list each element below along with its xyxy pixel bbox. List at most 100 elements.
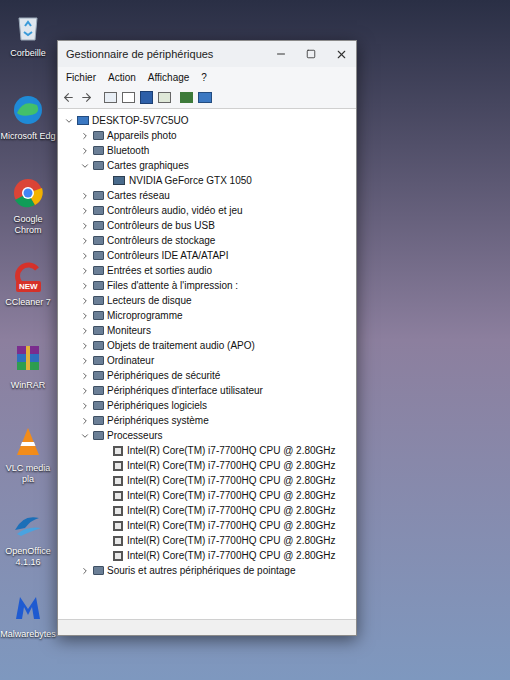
category-row[interactable]: Lecteurs de disque bbox=[58, 293, 356, 308]
device-row[interactable]: Intel(R) Core(TM) i7-7700HQ CPU @ 2.80GH… bbox=[58, 518, 356, 533]
desktop-icon[interactable]: NEWCCleaner 7 bbox=[0, 259, 56, 342]
malwarebytes-icon bbox=[11, 591, 45, 625]
desktop-icon-label: VLC media pla bbox=[0, 463, 56, 485]
scan-icon[interactable] bbox=[180, 92, 193, 103]
category-row[interactable]: Périphériques système bbox=[58, 413, 356, 428]
category-label: Processeurs bbox=[107, 428, 163, 443]
expand-icon[interactable] bbox=[80, 146, 90, 156]
expand-icon[interactable] bbox=[80, 416, 90, 426]
device-row[interactable]: Intel(R) Core(TM) i7-7700HQ CPU @ 2.80GH… bbox=[58, 503, 356, 518]
tree-category: Contrôleurs audio, vidéo et jeu bbox=[58, 203, 356, 218]
category-row[interactable]: Bluetooth bbox=[58, 143, 356, 158]
category-row[interactable]: Entrées et sorties audio bbox=[58, 263, 356, 278]
view-icon[interactable] bbox=[158, 92, 171, 103]
category-icon bbox=[93, 431, 104, 440]
recycle-bin-icon bbox=[11, 10, 45, 44]
collapse-icon[interactable] bbox=[64, 116, 74, 126]
category-row[interactable]: Contrôleurs de stockage bbox=[58, 233, 356, 248]
category-row[interactable]: Ordinateur bbox=[58, 353, 356, 368]
device-row[interactable]: NVIDIA GeForce GTX 1050 bbox=[58, 173, 356, 188]
expand-icon[interactable] bbox=[80, 386, 90, 396]
device-row[interactable]: Intel(R) Core(TM) i7-7700HQ CPU @ 2.80GH… bbox=[58, 443, 356, 458]
expand-icon[interactable] bbox=[80, 341, 90, 351]
category-row[interactable]: Cartes graphiques bbox=[58, 158, 356, 173]
expand-icon[interactable] bbox=[80, 281, 90, 291]
expand-icon[interactable] bbox=[80, 206, 90, 216]
device-row[interactable]: Intel(R) Core(TM) i7-7700HQ CPU @ 2.80GH… bbox=[58, 473, 356, 488]
expand-icon[interactable] bbox=[80, 326, 90, 336]
close-button[interactable] bbox=[326, 41, 356, 67]
expand-icon[interactable] bbox=[80, 356, 90, 366]
category-row[interactable]: Moniteurs bbox=[58, 323, 356, 338]
collapse-icon[interactable] bbox=[80, 161, 90, 171]
minimize-icon bbox=[275, 48, 287, 60]
tree-category: Contrôleurs de bus USB bbox=[58, 218, 356, 233]
category-row[interactable]: Objets de traitement audio (APO) bbox=[58, 338, 356, 353]
category-row[interactable]: Souris et autres périphériques de pointa… bbox=[58, 563, 356, 578]
display-adapter-icon bbox=[113, 176, 125, 185]
expand-icon[interactable] bbox=[80, 191, 90, 201]
category-row[interactable]: Périphériques de sécurité bbox=[58, 368, 356, 383]
device-label: Intel(R) Core(TM) i7-7700HQ CPU @ 2.80GH… bbox=[127, 548, 336, 563]
desktop-icon[interactable]: WinRAR bbox=[0, 342, 56, 425]
help-icon[interactable] bbox=[140, 91, 153, 104]
menu-item[interactable]: Fichier bbox=[66, 70, 96, 85]
expand-icon[interactable] bbox=[80, 131, 90, 141]
monitor-icon[interactable] bbox=[198, 92, 212, 103]
tree-category: Bluetooth bbox=[58, 143, 356, 158]
category-row[interactable]: Appareils photo bbox=[58, 128, 356, 143]
processor-icon bbox=[113, 461, 123, 471]
tree-category: Contrôleurs IDE ATA/ATAPI bbox=[58, 248, 356, 263]
device-row[interactable]: Intel(R) Core(TM) i7-7700HQ CPU @ 2.80GH… bbox=[58, 458, 356, 473]
category-row[interactable]: Files d'attente à l'impression : bbox=[58, 278, 356, 293]
category-row[interactable]: Contrôleurs de bus USB bbox=[58, 218, 356, 233]
expand-icon[interactable] bbox=[80, 311, 90, 321]
maximize-button[interactable] bbox=[296, 41, 326, 67]
device-row[interactable]: Intel(R) Core(TM) i7-7700HQ CPU @ 2.80GH… bbox=[58, 488, 356, 503]
expand-icon[interactable] bbox=[80, 296, 90, 306]
device-row[interactable]: Intel(R) Core(TM) i7-7700HQ CPU @ 2.80GH… bbox=[58, 548, 356, 563]
category-row[interactable]: Contrôleurs IDE ATA/ATAPI bbox=[58, 248, 356, 263]
processor-icon bbox=[113, 521, 123, 531]
desktop-icon[interactable]: VLC media pla bbox=[0, 425, 56, 508]
title-bar[interactable]: Gestionnaire de périphériques bbox=[58, 41, 356, 67]
properties-icon[interactable] bbox=[104, 92, 117, 103]
menu-item[interactable]: Action bbox=[108, 70, 136, 85]
menu-item[interactable]: Affichage bbox=[148, 70, 190, 85]
list-icon[interactable] bbox=[122, 92, 135, 103]
back-icon[interactable] bbox=[62, 91, 75, 104]
forward-icon[interactable] bbox=[80, 91, 93, 104]
expand-icon[interactable] bbox=[80, 221, 90, 231]
desktop-icon[interactable]: Corbeille bbox=[0, 10, 56, 93]
desktop-icon[interactable]: Malwarebytes bbox=[0, 591, 56, 674]
desktop-icon[interactable]: Google Chrom bbox=[0, 176, 56, 259]
minimize-button[interactable] bbox=[266, 41, 296, 67]
expand-icon[interactable] bbox=[80, 236, 90, 246]
expand-icon[interactable] bbox=[80, 566, 90, 576]
category-row[interactable]: Périphériques logiciels bbox=[58, 398, 356, 413]
collapse-icon[interactable] bbox=[80, 431, 90, 441]
menu-item[interactable]: ? bbox=[201, 70, 207, 85]
expand-icon[interactable] bbox=[80, 251, 90, 261]
expand-icon[interactable] bbox=[80, 266, 90, 276]
desktop-icon[interactable]: OpenOffice 4.1.16 bbox=[0, 508, 56, 591]
category-row[interactable]: Cartes réseau bbox=[58, 188, 356, 203]
expand-icon[interactable] bbox=[80, 401, 90, 411]
category-label: Ordinateur bbox=[107, 353, 154, 368]
category-row[interactable]: Processeurs bbox=[58, 428, 356, 443]
desktop-icon[interactable]: Microsoft Edg bbox=[0, 93, 56, 176]
maximize-icon bbox=[306, 49, 316, 59]
tree-root-label: DESKTOP-5V7C5UO bbox=[92, 113, 189, 128]
tree-root[interactable]: DESKTOP-5V7C5UO bbox=[58, 113, 356, 128]
toolbar bbox=[58, 87, 356, 109]
category-icon bbox=[93, 191, 104, 200]
device-manager-window[interactable]: Gestionnaire de périphériques Fichier Acti… bbox=[57, 40, 357, 636]
category-icon bbox=[93, 221, 104, 230]
expand-icon[interactable] bbox=[80, 371, 90, 381]
processor-icon bbox=[113, 476, 123, 486]
device-row[interactable]: Intel(R) Core(TM) i7-7700HQ CPU @ 2.80GH… bbox=[58, 533, 356, 548]
category-icon bbox=[93, 131, 104, 140]
category-row[interactable]: Microprogramme bbox=[58, 308, 356, 323]
category-row[interactable]: Périphériques d'interface utilisateur bbox=[58, 383, 356, 398]
category-row[interactable]: Contrôleurs audio, vidéo et jeu bbox=[58, 203, 356, 218]
